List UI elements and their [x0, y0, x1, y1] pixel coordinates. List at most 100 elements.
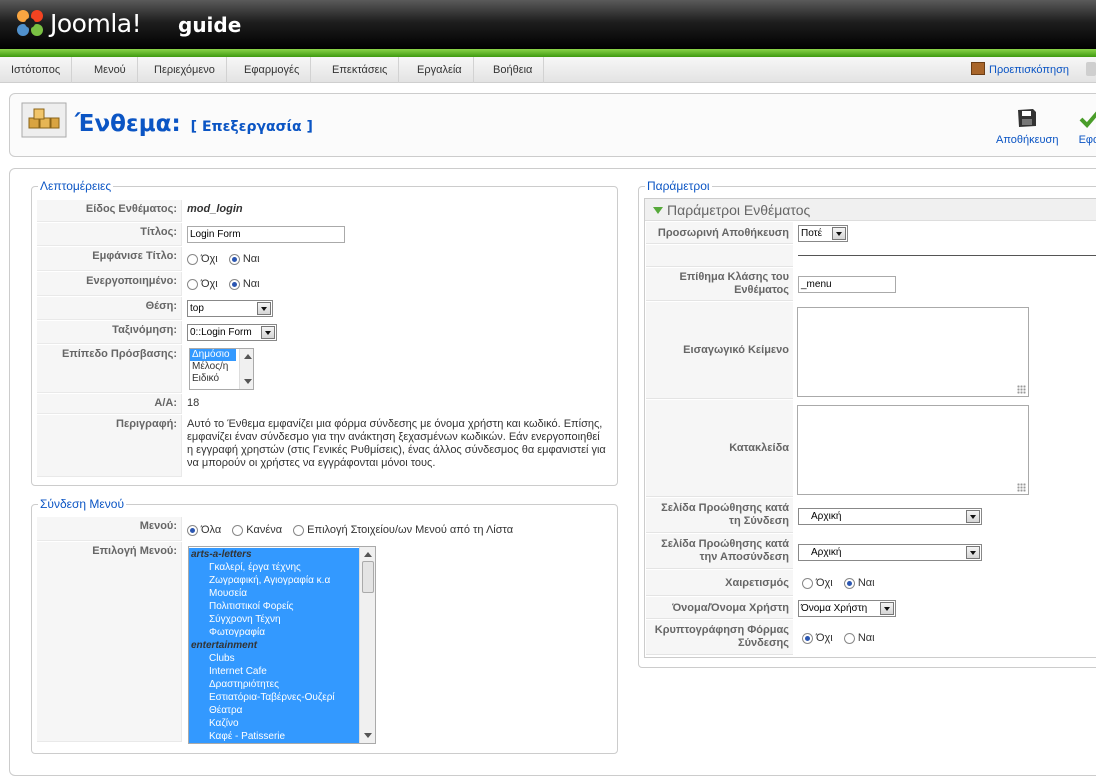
menu-list-item[interactable]: Εστιατόρια-Ταβέρνες-Ουζερί [189, 691, 359, 704]
menu-selection-label: Επιλογή Μενού: [37, 542, 182, 742]
menu-list-item[interactable]: Καφέ - Patisserie [189, 730, 359, 743]
name-select[interactable]: Όνομα Χρήστη [798, 600, 896, 617]
show-title-yes-label: Ναι [242, 253, 260, 266]
type-label: Είδος Ενθέματος: [37, 200, 182, 222]
cache-select[interactable]: Ποτέ [798, 225, 848, 242]
encrypt-no-label: Όχι [816, 632, 833, 645]
save-label: Αποθήκευση [996, 134, 1059, 146]
resize-grip-icon[interactable] [1017, 385, 1026, 394]
resize-grip-icon[interactable] [1017, 483, 1026, 492]
collapse-triangle-icon [653, 207, 663, 214]
logout-icon[interactable] [1086, 62, 1096, 76]
menu-selection-listbox[interactable]: arts-a-letters Γκαλερί, έργα τέχνης Ζωγραφ… [188, 546, 376, 744]
cache-label: Προσωρινή Αποθήκευση [646, 222, 793, 244]
apply-button[interactable]: Εφα [1077, 106, 1096, 146]
logout-redirect-select[interactable]: Αρχική [798, 544, 982, 561]
parameters-legend: Παράμετροι [645, 179, 712, 193]
suffix-input[interactable]: _menu [798, 276, 896, 293]
title-label: Τίτλος: [37, 223, 182, 246]
menu-group-label[interactable]: entertainment [189, 639, 359, 652]
scroll-thumb[interactable] [362, 561, 374, 593]
site-name: guide [178, 13, 242, 37]
save-button[interactable]: Αποθήκευση [996, 106, 1058, 146]
suffix-row: Επίθημα Κλάσης του Ενθέματος _menu [645, 268, 1096, 301]
logout-redirect-label: Σελίδα Προώθησης κατά την Αποσύνδεση [646, 534, 793, 569]
menu-group-label[interactable]: arts-a-letters [189, 548, 359, 561]
type-value: mod_login [187, 203, 243, 215]
module-parameters-header[interactable]: Παράμετροι Ενθέματος [645, 199, 1096, 221]
enabled-yes-radio[interactable] [228, 278, 240, 290]
position-label: Θέση: [37, 297, 182, 320]
access-option[interactable]: Δημόσιο [190, 349, 236, 361]
spacer-row [645, 245, 1096, 267]
encrypt-no-radio[interactable] [802, 632, 813, 644]
enabled-no-label: Όχι [201, 278, 218, 291]
show-title-no-radio[interactable] [187, 253, 198, 265]
module-icon [21, 102, 67, 138]
menu-content[interactable]: Περιεχόμενο [143, 57, 227, 83]
show-title-yes-radio[interactable] [228, 253, 240, 265]
menus-select-radio[interactable] [293, 524, 305, 536]
menu-tools[interactable]: Εργαλεία [406, 57, 474, 83]
apply-label: Εφα [1078, 134, 1096, 146]
login-redirect-select[interactable]: Αρχική [798, 508, 982, 525]
menu-list-item[interactable]: Μουσεία [189, 587, 359, 600]
show-title-label: Εμφάνισε Τίτλο: [37, 247, 182, 271]
floppy-save-icon [1018, 109, 1037, 127]
enabled-no-radio[interactable] [187, 278, 198, 290]
encrypt-row: Κρυπτογράφηση Φόρμας Σύνδεσης Όχι Ναι [645, 620, 1096, 655]
menu-list-item[interactable]: Θέατρα [189, 704, 359, 717]
menu-list-item[interactable]: Internet Cafe [189, 665, 359, 678]
menus-all-radio[interactable] [187, 524, 198, 536]
brand-name: Joomla! [50, 9, 142, 38]
preview-label: Προεπισκόπηση [989, 64, 1069, 76]
menu-list-item[interactable]: Γκαλερί, έργα τέχνης [189, 561, 359, 574]
greeting-yes-radio[interactable] [843, 577, 855, 589]
menu-list-item[interactable]: Φωτογραφία [189, 626, 359, 639]
order-label: Ταξινόμηση: [37, 321, 182, 344]
access-scrollbar[interactable] [239, 349, 253, 389]
menu-list-item[interactable]: Δραστηριότητες [189, 678, 359, 691]
menu-list-item[interactable]: Clubs [189, 652, 359, 665]
menus-none-radio[interactable] [232, 524, 244, 536]
login-redirect-row: Σελίδα Προώθησης κατά τη Σύνδεση Αρχική [645, 498, 1096, 533]
order-select[interactable]: 0::Login Form [187, 324, 277, 341]
toolbar-panel: Ένθεμα: [ Επεξεργασία ] Αποθήκευση Εφα [9, 93, 1096, 157]
enabled-yes-label: Ναι [242, 278, 260, 291]
preview-link[interactable]: Προεπισκόπηση [971, 62, 1069, 76]
login-redirect-label: Σελίδα Προώθησης κατά τη Σύνδεση [646, 498, 793, 533]
chevron-down-icon [966, 510, 980, 523]
suffix-label: Επίθημα Κλάσης του Ενθέματος [646, 268, 793, 301]
page-subtitle: [ Επεξεργασία ] [190, 119, 313, 135]
id-label: Α/Α: [37, 394, 182, 414]
position-select[interactable]: top [187, 300, 273, 317]
menu-menus[interactable]: Μενού [83, 57, 138, 83]
pretext-textarea[interactable] [797, 307, 1029, 397]
menu-list-scrollbar[interactable] [359, 547, 375, 743]
description-label: Περιγραφή: [37, 415, 182, 477]
posttext-textarea[interactable] [797, 405, 1029, 495]
menu-help[interactable]: Βοήθεια [482, 57, 545, 83]
encrypt-yes-label: Ναι [857, 632, 875, 645]
title-input[interactable]: Login Form [187, 226, 345, 243]
greeting-row: Χαιρετισμός Όχι Ναι [645, 570, 1096, 596]
enabled-label: Ενεργοποιημένο: [37, 272, 182, 296]
access-level-listbox[interactable]: Δημόσιο Μέλος/η Ειδικό [189, 348, 254, 390]
greeting-label: Χαιρετισμός [646, 570, 793, 596]
menu-list-item[interactable]: Πολιτιστικοί Φορείς [189, 600, 359, 613]
cache-row: Προσωρινή Αποθήκευση Ποτέ [645, 222, 1096, 244]
menu-site[interactable]: Ιστότοπος [0, 57, 73, 83]
greeting-no-radio[interactable] [802, 577, 813, 589]
module-parameters-panel: Παράμετροι Ενθέματος Προσωρινή Αποθήκευσ… [644, 198, 1096, 658]
preview-icon [971, 62, 985, 75]
menu-list-item[interactable]: Σύγχρονη Τέχνη [189, 613, 359, 626]
menus-select-label: Επιλογή Στοιχείου/ων Μενού από τη Λίστα [307, 524, 514, 537]
posttext-label: Κατακλείδα [646, 400, 793, 497]
menus-none-label: Κανένα [246, 524, 283, 537]
menu-list-item[interactable]: Ζωγραφική, Αγιογραφία κ.α [189, 574, 359, 587]
encrypt-yes-radio[interactable] [843, 632, 855, 644]
menu-components[interactable]: Εφαρμογές [233, 57, 312, 83]
menus-all-label: Όλα [201, 524, 222, 537]
menu-list-item[interactable]: Καζίνο [189, 717, 359, 730]
menu-extensions[interactable]: Επεκτάσεις [321, 57, 400, 83]
